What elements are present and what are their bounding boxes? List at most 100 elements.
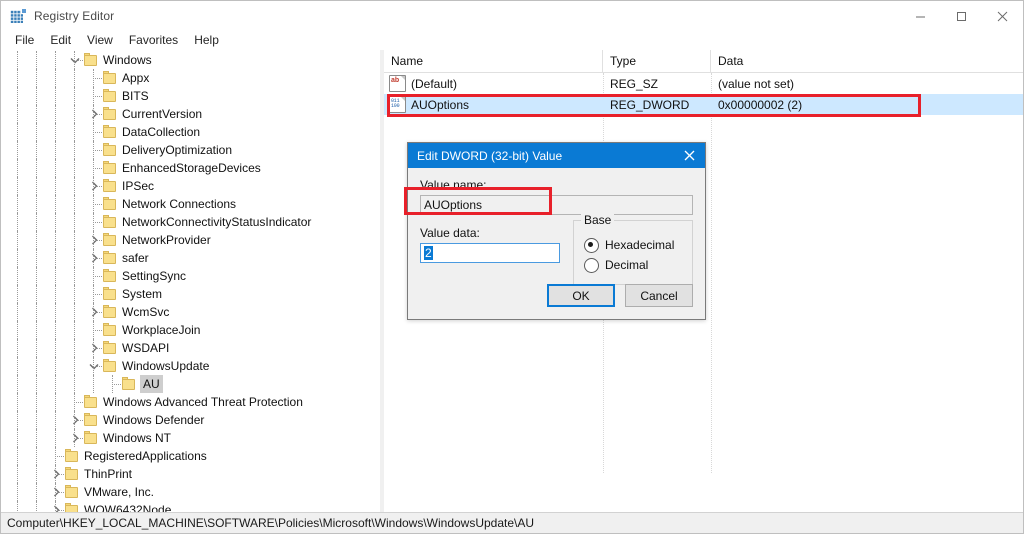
column-gridline-data <box>711 73 712 473</box>
tree-guide-line <box>36 177 37 195</box>
tree-guide-line <box>36 321 37 339</box>
tree-item[interactable]: Windows Defender <box>1 411 367 429</box>
table-row[interactable]: 011 100 AUOptions REG_DWORD 0x00000002 (2) <box>384 94 1023 115</box>
tree-guide-line <box>55 177 56 195</box>
tree-item-label: Appx <box>122 71 150 85</box>
dword-value-icon: 011 100 <box>389 96 406 113</box>
tree-item[interactable]: WSDAPI <box>1 339 367 357</box>
value-data-selected-text: 2 <box>424 246 433 260</box>
tree-guide-line <box>36 123 37 141</box>
value-data-cell: 0x00000002 (2) <box>718 97 803 112</box>
value-data-input[interactable] <box>420 243 560 263</box>
tree-item[interactable]: WorkplaceJoin <box>1 321 367 339</box>
column-header-type[interactable]: Type <box>603 50 711 72</box>
folder-icon <box>83 395 99 409</box>
radio-decimal[interactable]: Decimal <box>584 255 692 275</box>
ok-button[interactable]: OK <box>547 284 615 307</box>
tree-guide-line <box>74 159 75 177</box>
values-header-row: Name Type Data <box>384 50 1023 73</box>
radio-hexadecimal[interactable]: Hexadecimal <box>584 235 692 255</box>
tree-item[interactable]: Appx <box>1 69 367 87</box>
tree-guide-line <box>74 357 75 375</box>
minimize-button[interactable] <box>900 1 941 31</box>
tree-item[interactable]: VMware, Inc. <box>1 483 367 501</box>
tree-item[interactable]: WindowsUpdate <box>1 357 367 375</box>
tree-guide-line <box>36 141 37 159</box>
tree-item[interactable]: AU <box>1 375 367 393</box>
tree-item[interactable]: System <box>1 285 367 303</box>
radio-decimal-label: Decimal <box>605 258 649 272</box>
tree-guide-line <box>74 177 75 195</box>
menu-file[interactable]: File <box>7 32 42 49</box>
registry-tree-pane[interactable]: Windows Appx BITS CurrentVersion DataCollect… <box>1 50 368 513</box>
tree-item[interactable]: Windows NT <box>1 429 367 447</box>
folder-icon <box>102 215 118 229</box>
dialog-close-button[interactable] <box>673 143 705 168</box>
tree-guide-line <box>55 123 56 141</box>
registry-tree: Windows Appx BITS CurrentVersion DataCollect… <box>1 50 367 513</box>
value-name-text: (Default) <box>411 76 458 91</box>
title-bar: Registry Editor <box>1 1 1023 31</box>
menu-edit[interactable]: Edit <box>42 32 79 49</box>
tree-item[interactable]: CurrentVersion <box>1 105 367 123</box>
tree-item-label: AU <box>140 375 163 393</box>
cancel-button[interactable]: Cancel <box>625 284 693 307</box>
window-controls <box>900 1 1023 31</box>
tree-guide-line <box>55 357 56 375</box>
tree-item[interactable]: NetworkConnectivityStatusIndicator <box>1 213 367 231</box>
close-button[interactable] <box>982 1 1023 31</box>
value-name-input[interactable] <box>420 195 693 215</box>
tree-guide-line <box>55 429 56 447</box>
column-header-data[interactable]: Data <box>711 50 1023 72</box>
tree-item[interactable]: IPSec <box>1 177 367 195</box>
tree-item-label: Windows Advanced Threat Protection <box>103 395 303 409</box>
tree-item[interactable]: NetworkProvider <box>1 231 367 249</box>
tree-guide-line <box>17 339 18 357</box>
radio-hexadecimal-label: Hexadecimal <box>605 238 675 252</box>
table-row[interactable]: ab (Default) REG_SZ (value not set) <box>384 73 1023 94</box>
menu-bar: File Edit View Favorites Help <box>1 31 1023 50</box>
tree-item[interactable]: RegisteredApplications <box>1 447 367 465</box>
tree-item[interactable]: Windows Advanced Threat Protection <box>1 393 367 411</box>
tree-guide-line <box>17 393 18 411</box>
tree-item[interactable]: SettingSync <box>1 267 367 285</box>
tree-guide-line <box>36 249 37 267</box>
tree-item[interactable]: Network Connections <box>1 195 367 213</box>
folder-icon <box>102 287 118 301</box>
value-data-label: Value data: <box>420 226 480 240</box>
tree-guide-line <box>36 339 37 357</box>
tree-guide-line <box>55 249 56 267</box>
tree-guide-line <box>55 285 56 303</box>
dialog-title-bar: Edit DWORD (32-bit) Value <box>408 143 705 168</box>
column-header-name[interactable]: Name <box>384 50 603 72</box>
tree-guide-line <box>36 447 37 465</box>
tree-item[interactable]: Windows <box>1 51 367 69</box>
tree-guide-line <box>17 105 18 123</box>
tree-guide-line <box>17 429 18 447</box>
tree-item[interactable]: DataCollection <box>1 123 367 141</box>
tree-guide-line <box>17 51 18 69</box>
tree-item[interactable]: ThinPrint <box>1 465 367 483</box>
tree-item-label: safer <box>122 251 149 265</box>
tree-item[interactable]: EnhancedStorageDevices <box>1 159 367 177</box>
menu-help[interactable]: Help <box>186 32 227 49</box>
tree-item[interactable]: BITS <box>1 87 367 105</box>
tree-guide-line <box>36 231 37 249</box>
tree-guide-line <box>17 411 18 429</box>
base-group: Base Hexadecimal Decimal <box>573 213 693 285</box>
tree-item-label: BITS <box>122 89 149 103</box>
tree-item-label: Windows <box>103 53 152 67</box>
tree-item[interactable]: safer <box>1 249 367 267</box>
tree-guide-line <box>36 267 37 285</box>
tree-item-label: WindowsUpdate <box>122 359 210 373</box>
menu-favorites[interactable]: Favorites <box>121 32 186 49</box>
tree-guide-line <box>17 123 18 141</box>
tree-guide-line <box>74 267 75 285</box>
tree-guide-line <box>17 213 18 231</box>
tree-item[interactable]: WcmSvc <box>1 303 367 321</box>
folder-icon <box>102 323 118 337</box>
maximize-button[interactable] <box>941 1 982 31</box>
menu-view[interactable]: View <box>79 32 121 49</box>
tree-item[interactable]: DeliveryOptimization <box>1 141 367 159</box>
value-name-label: Value name: <box>420 178 487 192</box>
